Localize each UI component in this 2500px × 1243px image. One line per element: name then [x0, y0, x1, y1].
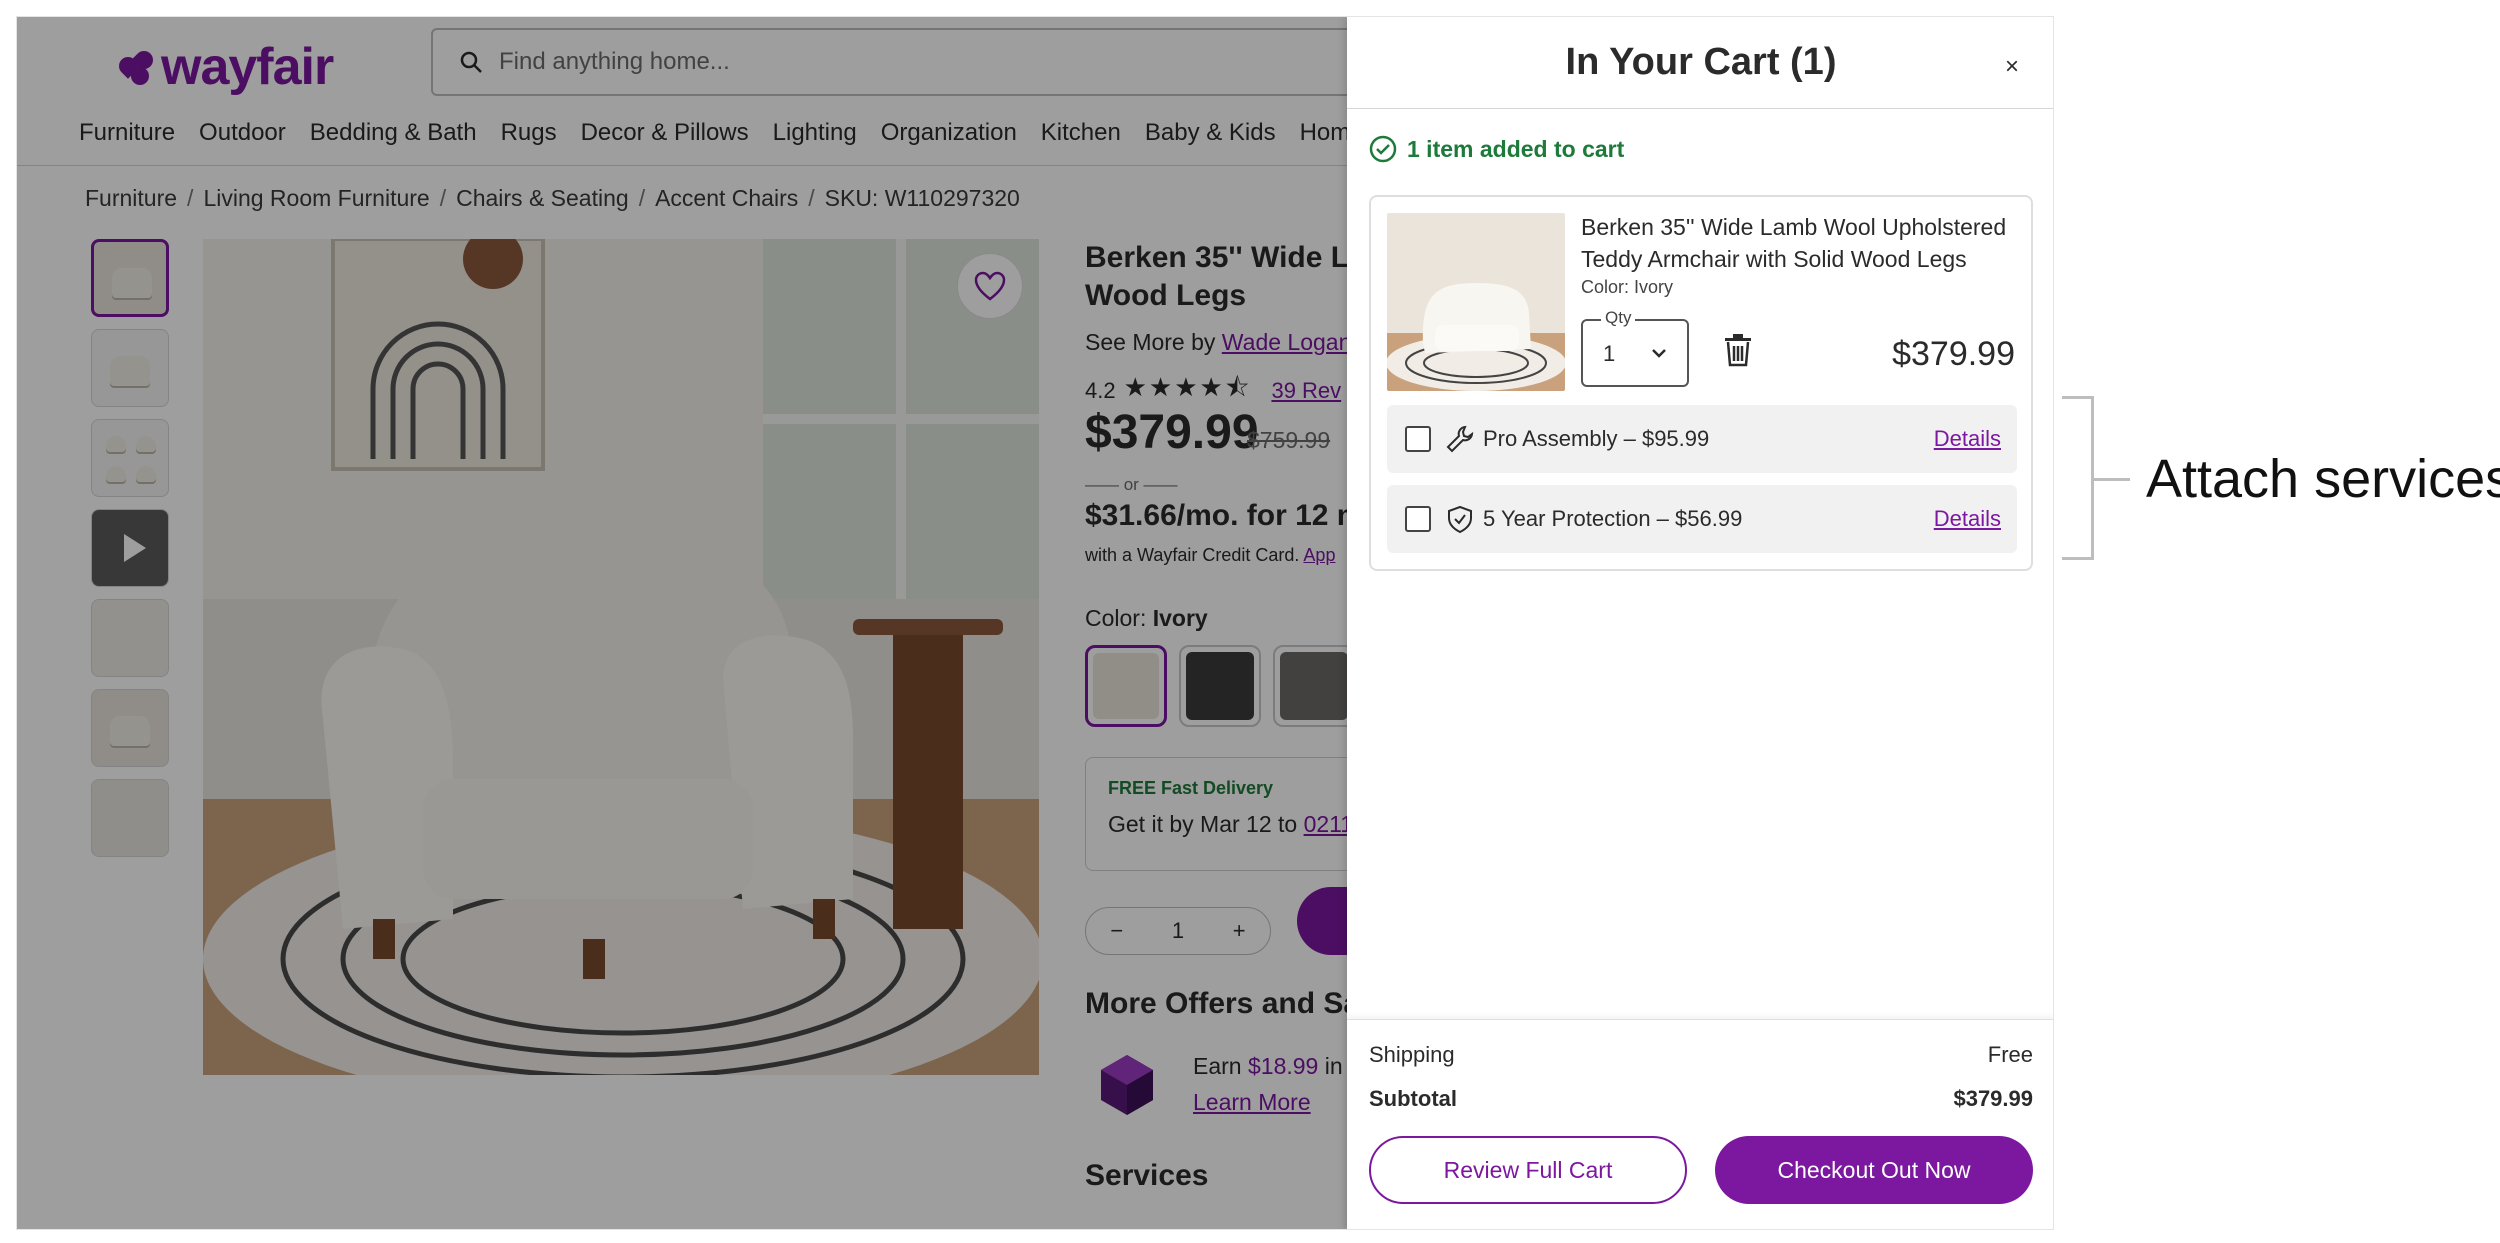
- cart-title: In Your Cart (1): [1565, 41, 1837, 83]
- cart-header: In Your Cart (1) ×: [1347, 17, 2053, 109]
- shipping-label: Shipping: [1369, 1042, 1455, 1067]
- annotation-label: Attach services: [2146, 449, 2500, 509]
- subtotal-value: $379.99: [1953, 1086, 2033, 1111]
- pro-assembly-details-link[interactable]: Details: [1934, 426, 2001, 452]
- pro-assembly-label: Pro Assembly – $95.99: [1483, 426, 1710, 451]
- modal-overlay[interactable]: [17, 17, 1347, 1229]
- annotation-bracket: [2062, 396, 2094, 560]
- chevron-down-icon: [1652, 349, 1666, 358]
- subtotal-row: Subtotal $379.99: [1369, 1086, 2033, 1112]
- cart-item-color: Color: Ivory: [1581, 277, 1674, 297]
- pro-assembly-checkbox[interactable]: [1405, 426, 1431, 452]
- check-circle-icon: [1369, 135, 1397, 163]
- close-icon[interactable]: ×: [2005, 53, 2019, 81]
- cart-item-image[interactable]: [1387, 213, 1565, 391]
- added-message: 1 item added to cart: [1407, 135, 1625, 162]
- protection-label: 5 Year Protection – $56.99: [1483, 506, 1743, 531]
- browser-frame: wayfair Find anything home... Furniture …: [16, 16, 2054, 1230]
- quantity-select[interactable]: Qty 1: [1581, 308, 1689, 387]
- cart-drawer: In Your Cart (1) × 1 item added to cart …: [1347, 17, 2053, 1229]
- service-protection-plan: 5 Year Protection – $56.99 Details: [1387, 485, 2017, 553]
- product-page: wayfair Find anything home... Furniture …: [17, 17, 2053, 1229]
- protection-checkbox[interactable]: [1405, 506, 1431, 532]
- cart-footer: Shipping Free Subtotal $379.99 Review Fu…: [1347, 1019, 2053, 1229]
- shield-check-icon: [1445, 504, 1475, 534]
- cart-item-card: Berken 35'' Wide Lamb Wool Upholstered T…: [1369, 195, 2033, 571]
- qty-value: 1: [1603, 341, 1616, 366]
- trash-icon[interactable]: [1723, 333, 1753, 367]
- review-cart-button[interactable]: Review Full Cart: [1369, 1136, 1687, 1204]
- added-confirmation: 1 item added to cart: [1369, 135, 1624, 163]
- annotation-pointer: [2094, 478, 2130, 481]
- protection-details-link[interactable]: Details: [1934, 506, 2001, 532]
- qty-label: Qty: [1601, 308, 1636, 328]
- subtotal-label: Subtotal: [1369, 1086, 1457, 1111]
- shipping-value: Free: [1987, 1042, 2033, 1067]
- checkout-button[interactable]: Checkout Out Now: [1715, 1136, 2033, 1204]
- service-pro-assembly: Pro Assembly – $95.99 Details: [1387, 405, 2017, 473]
- cart-item-price: $379.99: [1892, 335, 2015, 373]
- shipping-row: Shipping Free: [1369, 1042, 2033, 1068]
- cart-item-name[interactable]: Berken 35'' Wide Lamb Wool Upholstered T…: [1581, 211, 2021, 275]
- wrench-icon: [1445, 424, 1475, 454]
